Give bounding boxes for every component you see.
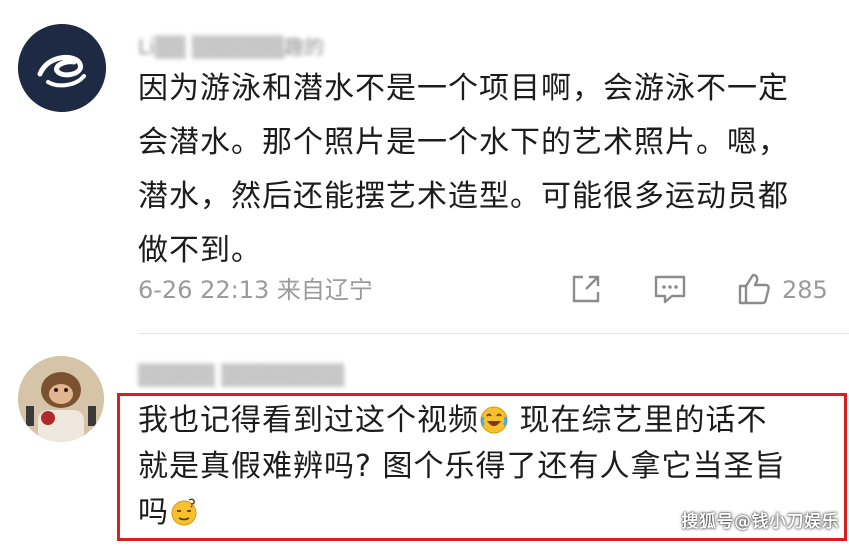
- avatar[interactable]: [18, 356, 104, 442]
- comment-line: 潜水，然后还能摆艺术造型。可能很多运动员都: [138, 179, 789, 214]
- reply-button[interactable]: [650, 268, 690, 310]
- comment-body: 因为游泳和潜水不是一个项目啊，会游泳不一定 会潜水。那个照片是一个水下的艺术照片…: [138, 62, 789, 278]
- monkey-photo-icon: [18, 356, 104, 442]
- comment-icon: [654, 275, 686, 304]
- comment-text: 现在综艺里的话不: [509, 403, 768, 438]
- thinking-emoji: [169, 495, 199, 526]
- comment-text: 吗: [138, 495, 169, 530]
- like-count: 285: [782, 276, 828, 304]
- share-button[interactable]: [566, 268, 606, 310]
- comment-line: 因为游泳和潜水不是一个项目啊，会游泳不一定: [138, 71, 789, 106]
- avatar[interactable]: [18, 24, 106, 112]
- comment-item: Li▒▒ ▒▒▒▒▒▒趣的 因为游泳和潜水不是一个项目啊，会游泳不一定 会潜水。…: [0, 0, 849, 334]
- comment-text: 我也记得看到过这个视频: [138, 403, 479, 438]
- share-icon: [572, 275, 600, 303]
- laughing-crying-emoji: [479, 403, 509, 434]
- comment-line: 会潜水。那个照片是一个水下的艺术照片。嗯，: [138, 125, 789, 160]
- watermark: 搜狐号@钱小刀娱乐: [681, 512, 839, 532]
- username[interactable]: Li▒▒ ▒▒▒▒▒▒趣的: [138, 36, 324, 58]
- comment-line: 我也记得看到过这个视频 现在综艺里的话不: [138, 398, 828, 444]
- comment-text: 就是真假难辨吗? 图个乐得了还有人拿它当圣旨: [138, 449, 786, 484]
- like-button[interactable]: [734, 268, 774, 310]
- username[interactable]: ▒▒▒▒▒ ▒▒▒▒▒▒▒▒: [138, 364, 344, 386]
- swirl-logo-icon: [18, 24, 106, 112]
- comment-actions: [0, 268, 849, 310]
- comment-line: 就是真假难辨吗? 图个乐得了还有人拿它当圣旨: [138, 444, 828, 490]
- thumbs-up-icon: [738, 273, 770, 305]
